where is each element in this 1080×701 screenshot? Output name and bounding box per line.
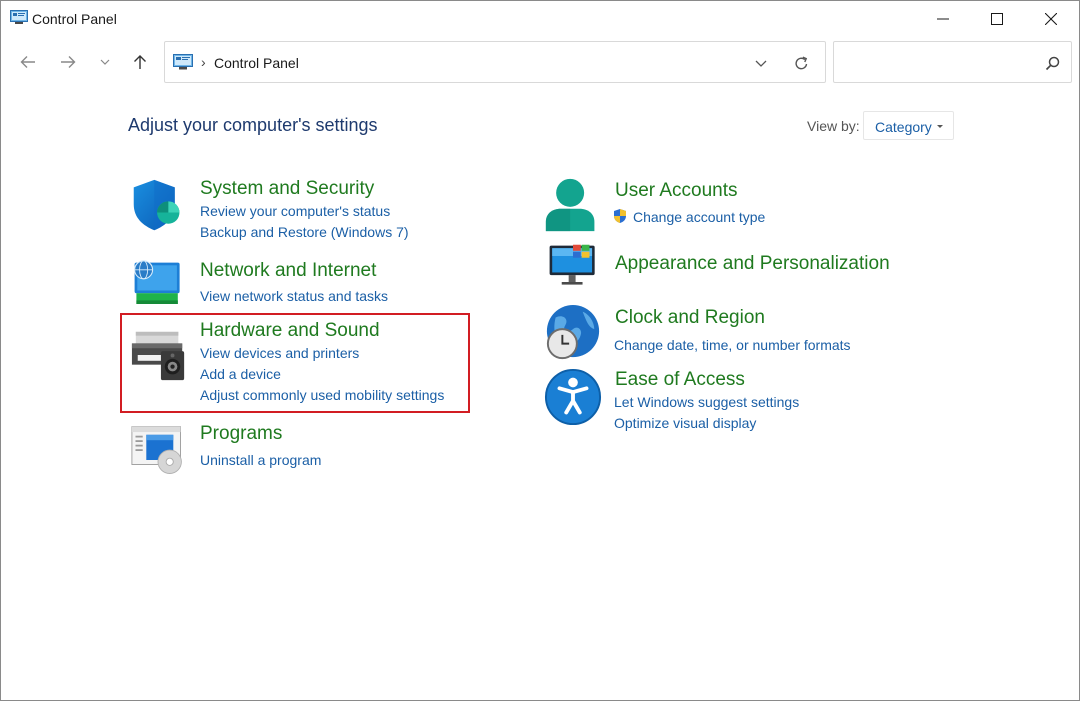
optimize-visual-display-link[interactable]: Optimize visual display bbox=[614, 415, 756, 431]
add-device-link[interactable]: Add a device bbox=[200, 366, 281, 382]
arrow-up-icon bbox=[133, 54, 147, 70]
address-history-dropdown[interactable] bbox=[750, 52, 772, 74]
title-bar[interactable]: Control Panel bbox=[1, 1, 1079, 37]
control-panel-window: Control Panel › Control Panel bbox=[0, 0, 1080, 701]
minimize-icon bbox=[937, 13, 949, 25]
uninstall-program-link[interactable]: Uninstall a program bbox=[200, 452, 321, 468]
caret-down-icon bbox=[937, 125, 943, 128]
search-box[interactable] bbox=[833, 41, 1072, 83]
category-title[interactable]: System and Security bbox=[200, 178, 374, 200]
refresh-icon bbox=[794, 56, 809, 71]
category-title[interactable]: Ease of Access bbox=[615, 369, 745, 391]
backup-restore-link[interactable]: Backup and Restore (Windows 7) bbox=[200, 224, 409, 240]
devices-printers-link[interactable]: View devices and printers bbox=[200, 345, 359, 361]
programs-disc-icon bbox=[129, 424, 187, 478]
change-account-type-link[interactable]: Change account type bbox=[633, 209, 765, 225]
back-button[interactable] bbox=[14, 48, 42, 76]
category-ease-of-access: Ease of Access Let Windows suggest setti… bbox=[544, 368, 904, 434]
category-clock-region: Clock and Region Change date, time, or n… bbox=[544, 304, 904, 364]
up-button[interactable] bbox=[126, 48, 154, 76]
chevron-down-icon bbox=[755, 60, 767, 67]
breadcrumb[interactable]: Control Panel bbox=[214, 55, 299, 71]
window-title: Control Panel bbox=[32, 11, 117, 27]
address-bar[interactable]: › Control Panel bbox=[164, 41, 826, 83]
minimize-button[interactable] bbox=[916, 1, 970, 37]
refresh-button[interactable] bbox=[790, 52, 812, 74]
monitor-palette-icon bbox=[544, 243, 602, 295]
accessibility-icon bbox=[544, 368, 602, 426]
category-network-internet: Network and Internet View network status… bbox=[130, 259, 430, 311]
view-by-dropdown[interactable]: Category bbox=[863, 111, 954, 140]
mobility-settings-link[interactable]: Adjust commonly used mobility settings bbox=[200, 387, 444, 403]
category-title[interactable]: Programs bbox=[200, 423, 282, 445]
category-title[interactable]: User Accounts bbox=[615, 180, 738, 202]
network-status-link[interactable]: View network status and tasks bbox=[200, 288, 388, 304]
search-icon bbox=[1045, 56, 1060, 71]
close-icon bbox=[1045, 13, 1057, 25]
category-appearance-personalization: Appearance and Personalization bbox=[544, 243, 904, 295]
breadcrumb-separator-icon: › bbox=[201, 54, 206, 70]
globe-clock-icon bbox=[544, 304, 602, 362]
windows-suggest-settings-link[interactable]: Let Windows suggest settings bbox=[614, 394, 799, 410]
user-icon bbox=[544, 176, 600, 234]
category-programs: Programs Uninstall a program bbox=[129, 424, 429, 476]
printer-speaker-icon bbox=[130, 326, 188, 384]
category-title[interactable]: Hardware and Sound bbox=[200, 320, 380, 342]
change-date-time-link[interactable]: Change date, time, or number formats bbox=[614, 337, 851, 353]
review-status-link[interactable]: Review your computer's status bbox=[200, 203, 390, 219]
maximize-button[interactable] bbox=[970, 1, 1024, 37]
maximize-icon bbox=[991, 13, 1003, 25]
recent-locations-button[interactable] bbox=[91, 48, 119, 76]
network-globe-icon bbox=[130, 259, 186, 313]
forward-button[interactable] bbox=[54, 48, 82, 76]
category-user-accounts: User Accounts Change account type bbox=[544, 176, 844, 236]
search-input[interactable] bbox=[840, 50, 1040, 74]
category-system-security: System and Security Review your computer… bbox=[130, 178, 430, 244]
category-hardware-sound: Hardware and Sound View devices and prin… bbox=[130, 320, 460, 410]
shield-icon bbox=[130, 178, 186, 234]
category-title[interactable]: Clock and Region bbox=[615, 307, 765, 329]
close-button[interactable] bbox=[1024, 1, 1078, 37]
uac-shield-icon bbox=[612, 208, 628, 224]
category-title[interactable]: Network and Internet bbox=[200, 260, 376, 282]
view-by-value[interactable]: Category bbox=[875, 119, 932, 135]
arrow-left-icon bbox=[20, 55, 36, 69]
chevron-down-icon bbox=[100, 59, 110, 65]
view-by-label: View by: bbox=[807, 118, 860, 134]
control-panel-app-icon bbox=[10, 10, 28, 25]
page-title: Adjust your computer's settings bbox=[128, 115, 378, 136]
arrow-right-icon bbox=[60, 55, 76, 69]
category-title[interactable]: Appearance and Personalization bbox=[615, 253, 890, 275]
search-button[interactable] bbox=[1042, 53, 1062, 73]
control-panel-location-icon bbox=[173, 54, 193, 70]
